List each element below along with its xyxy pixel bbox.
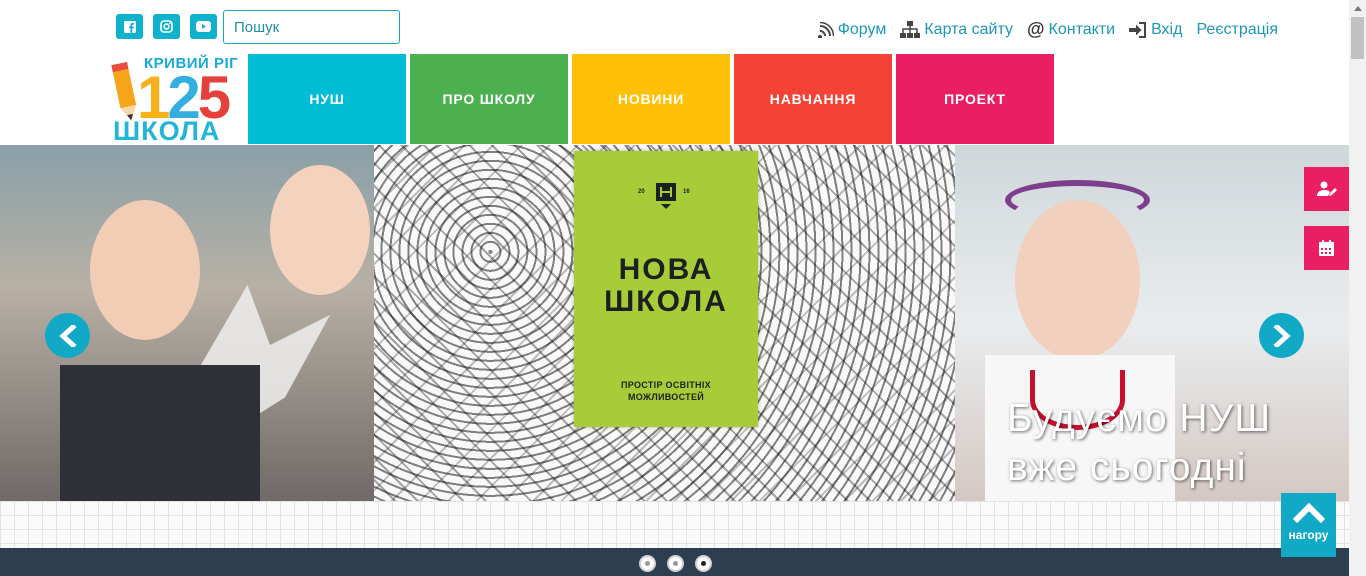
social-links — [116, 14, 217, 39]
scroll-thumb[interactable] — [1351, 17, 1364, 59]
slide-caption: Будуємо НУШ вже сьогодні — [1007, 395, 1271, 493]
side-register-button[interactable] — [1304, 167, 1349, 211]
slider-dots — [639, 555, 712, 572]
grid-background — [0, 501, 1349, 548]
page-scrollbar[interactable] — [1349, 0, 1366, 576]
book-year-left: 20 — [638, 189, 645, 195]
book-title-line: НОВА — [618, 253, 714, 286]
page: Форум Карта сайту @ Контакти Вхід Реєстр… — [0, 0, 1366, 576]
flower-wreath — [1005, 180, 1150, 220]
facebook-icon — [123, 20, 136, 33]
calendar-icon — [1319, 240, 1334, 256]
book-cover: 20 16 НОВА ШКОЛА ПРОСТІР ОСВІТНІХ МОЖЛИВОС… — [574, 151, 758, 427]
nav-label: ПРО ШКОЛУ — [442, 91, 536, 107]
book-subtitle: ПРОСТІР ОСВІТНІХ МОЖЛИВОСТЕЙ — [574, 379, 758, 403]
contacts-label: Контакти — [1048, 20, 1116, 38]
side-calendar-button[interactable] — [1304, 226, 1349, 270]
nav-item-project[interactable]: ПРОЕКТ — [896, 54, 1054, 144]
register-link[interactable]: Реєстрація — [1196, 21, 1278, 39]
slider-dot[interactable] — [639, 555, 656, 572]
login-link[interactable]: Вхід — [1129, 21, 1182, 39]
login-label: Вхід — [1151, 20, 1183, 38]
sitemap-link[interactable]: Карта сайту — [900, 21, 1013, 39]
sign-in-icon — [1129, 21, 1147, 38]
top-links: Форум Карта сайту @ Контакти Вхід Реєстр… — [817, 19, 1278, 40]
caption-line: Будуємо НУШ — [1007, 397, 1272, 440]
forum-link[interactable]: Форум — [817, 20, 887, 39]
nav-label: НОВИНИ — [617, 91, 685, 107]
book-title: НОВА ШКОЛА — [574, 254, 758, 317]
sitemap-label: Карта сайту — [924, 20, 1013, 38]
at-icon: @ — [1026, 19, 1045, 39]
nav-item-study[interactable]: НАВЧАННЯ — [734, 54, 892, 144]
back-to-top-label: нагору — [1288, 528, 1329, 542]
caption-line: вже сьогодні — [1007, 445, 1247, 489]
nav-item-news[interactable]: НОВИНИ — [572, 54, 730, 144]
chevron-right-icon — [1272, 324, 1291, 347]
back-to-top-button[interactable]: нагору — [1281, 493, 1336, 557]
youtube-button[interactable] — [190, 14, 217, 39]
facebook-button[interactable] — [116, 14, 143, 39]
search-input[interactable] — [223, 10, 400, 44]
forum-icon — [817, 21, 834, 38]
logo-bottom-text: ШКОЛА — [113, 116, 221, 146]
user-edit-icon — [1316, 181, 1337, 196]
chevron-left-icon — [58, 324, 77, 347]
book-title-line: ШКОЛА — [604, 284, 728, 318]
scroll-up-arrow[interactable] — [1349, 0, 1366, 17]
instagram-icon — [160, 20, 173, 33]
nav-label: ПРОЕКТ — [944, 91, 1006, 107]
book-subtitle-line: ПРОСТІР ОСВІТНІХ — [621, 380, 711, 390]
nav-item-about[interactable]: ПРО ШКОЛУ — [410, 54, 568, 144]
instagram-button[interactable] — [153, 14, 180, 39]
slide-book: 20 16 НОВА ШКОЛА ПРОСТІР ОСВІТНІХ МОЖЛИВОС… — [374, 145, 956, 501]
child-photo — [270, 165, 370, 295]
child-photo — [90, 200, 200, 340]
nush-logo-icon — [656, 183, 676, 209]
sitemap-icon — [900, 21, 921, 38]
child-photo — [1015, 200, 1140, 360]
slider-prev-button[interactable] — [45, 313, 90, 358]
book-year-right: 16 — [683, 189, 690, 195]
slider-dot-active[interactable] — [695, 555, 712, 572]
forum-label: Форум — [837, 20, 887, 38]
book-subtitle-line: МОЖЛИВОСТЕЙ — [627, 392, 705, 403]
main-nav: НУШ ПРО ШКОЛУ НОВИНИ НАВЧАННЯ ПРОЕКТ — [248, 54, 1054, 144]
nav-label: НАВЧАННЯ — [769, 91, 857, 107]
register-label: Реєстрація — [1196, 20, 1278, 38]
contacts-link[interactable]: @ Контакти — [1027, 19, 1115, 40]
shirt — [60, 365, 260, 501]
slider-dot[interactable] — [667, 555, 684, 572]
youtube-icon — [196, 21, 211, 32]
school-logo[interactable]: КРИВИЙ РІГ 125 ШКОЛА — [111, 54, 246, 146]
hero-slider: 20 16 НОВА ШКОЛА ПРОСТІР ОСВІТНІХ МОЖЛИВОС… — [0, 145, 1349, 501]
chevron-up-icon — [1292, 502, 1325, 524]
nav-label: НУШ — [309, 91, 345, 107]
slider-next-button[interactable] — [1259, 313, 1304, 358]
nav-item-nush[interactable]: НУШ — [248, 54, 406, 144]
